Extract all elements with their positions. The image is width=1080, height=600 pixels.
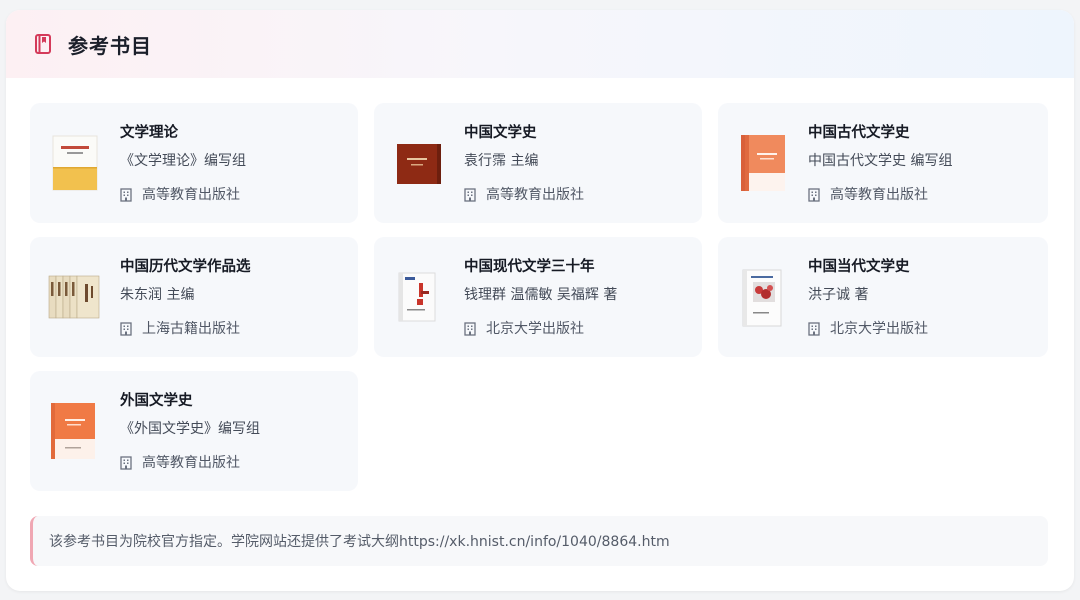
book-publisher: 高等教育出版社 <box>120 186 246 204</box>
book-title: 中国文学史 <box>464 124 537 141</box>
book-icon <box>32 33 54 55</box>
book-author: 袁行霈 主编 <box>464 152 539 169</box>
book-card[interactable]: 中国文学史 袁行霈 主编 高等教育出版社 <box>374 103 702 223</box>
building-icon <box>120 187 132 202</box>
building-icon <box>808 321 820 336</box>
book-author: 中国古代文学史 编写组 <box>808 152 953 169</box>
book-publisher: 北京大学出版社 <box>808 320 928 338</box>
building-icon <box>464 321 476 336</box>
book-author: 朱东润 主编 <box>120 286 195 303</box>
book-cover <box>46 122 104 204</box>
panel-header: 参考书目 <box>6 10 1074 78</box>
book-cover <box>390 122 448 204</box>
book-author: 钱理群 温儒敏 吴福辉 著 <box>464 286 618 303</box>
publisher-label: 上海古籍出版社 <box>142 320 240 337</box>
book-card[interactable]: 中国现代文学三十年 钱理群 温儒敏 吴福辉 著 北京大学出版社 <box>374 237 702 357</box>
panel-title: 参考书目 <box>68 33 152 58</box>
book-author: 《外国文学史》编写组 <box>120 420 260 437</box>
book-title: 中国历代文学作品选 <box>120 258 251 275</box>
book-author: 《文学理论》编写组 <box>120 152 246 169</box>
book-publisher: 高等教育出版社 <box>808 186 952 204</box>
book-cover <box>46 390 104 472</box>
publisher-label: 高等教育出版社 <box>142 186 240 203</box>
book-cover <box>734 256 792 338</box>
book-card[interactable]: 文学理论 《文学理论》编写组 高等教育出版社 <box>30 103 358 223</box>
book-publisher: 高等教育出版社 <box>120 454 260 472</box>
book-title: 中国当代文学史 <box>808 258 910 275</box>
book-grid: 文学理论 《文学理论》编写组 高等教育出版社 中国文学史 袁行霈 主编 高等教育… <box>30 103 1050 491</box>
reference-books-panel: 参考书目 文学理论 《文学理论》编写组 高等教育出版社 中国文学史 袁行霈 主编… <box>6 10 1074 591</box>
book-card[interactable]: 中国当代文学史 洪子诚 著 北京大学出版社 <box>718 237 1048 357</box>
info-note: 该参考书目为院校官方指定。学院网站还提供了考试大纲https://xk.hnis… <box>30 516 1048 566</box>
book-publisher: 上海古籍出版社 <box>120 320 251 338</box>
book-publisher: 北京大学出版社 <box>464 320 617 338</box>
building-icon <box>464 187 476 202</box>
book-title: 中国古代文学史 <box>808 124 910 141</box>
publisher-label: 高等教育出版社 <box>142 454 240 471</box>
building-icon <box>808 187 820 202</box>
book-card[interactable]: 外国文学史 《外国文学史》编写组 高等教育出版社 <box>30 371 358 491</box>
publisher-label: 北京大学出版社 <box>486 320 584 337</box>
book-author: 洪子诚 著 <box>808 286 869 303</box>
book-title: 文学理论 <box>120 124 178 141</box>
building-icon <box>120 321 132 336</box>
book-card[interactable]: 中国古代文学史 中国古代文学史 编写组 高等教育出版社 <box>718 103 1048 223</box>
publisher-label: 北京大学出版社 <box>830 320 928 337</box>
book-cover <box>390 256 448 338</box>
book-title: 中国现代文学三十年 <box>464 258 595 275</box>
book-cover <box>46 256 104 338</box>
publisher-label: 高等教育出版社 <box>830 186 928 203</box>
book-publisher: 高等教育出版社 <box>464 186 584 204</box>
book-title: 外国文学史 <box>120 392 193 409</box>
note-text: 该参考书目为院校官方指定。学院网站还提供了考试大纲https://xk.hnis… <box>49 534 670 550</box>
building-icon <box>120 455 132 470</box>
publisher-label: 高等教育出版社 <box>486 186 584 203</box>
book-cover <box>734 122 792 204</box>
book-card[interactable]: 中国历代文学作品选 朱东润 主编 上海古籍出版社 <box>30 237 358 357</box>
